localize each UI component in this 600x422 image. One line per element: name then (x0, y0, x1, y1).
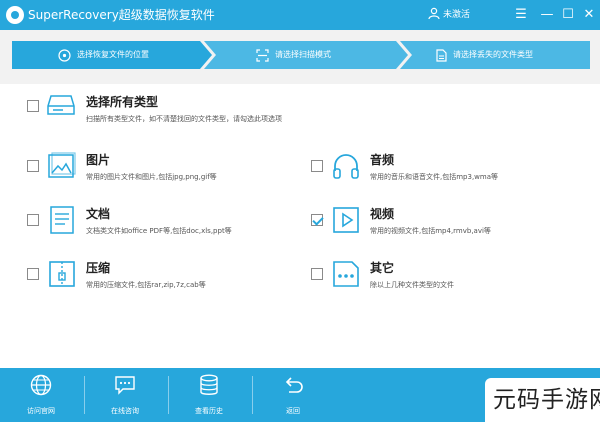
audio-type-checkbox[interactable] (311, 160, 323, 172)
menu-button[interactable]: ☰ (510, 4, 532, 26)
image-type-title: 图片 (86, 153, 111, 167)
audio-type-description: 常用的音乐和语音文件,包括mp3,wma等 (370, 173, 498, 181)
step-select-location[interactable]: 选择恢复文件的位置 (12, 41, 212, 69)
minimize-button[interactable]: — (536, 4, 558, 26)
back-button[interactable]: 返回 (258, 368, 328, 422)
back-arrow-icon (285, 377, 303, 393)
archive-type-checkbox[interactable] (27, 268, 39, 280)
select-all-description: 扫描所有类型文件，如不清楚找回的文件类型，请勾选此项选项 (86, 115, 282, 123)
archive-type-description: 常用的压缩文件,包括rar,zip,7z,cab等 (86, 281, 206, 289)
image-icon (48, 152, 76, 178)
step-file-type[interactable]: 请选择丢失的文件类型 (400, 41, 590, 69)
title-bar: SuperRecovery超级数据恢复软件 未激活 ☰ — ☐ ✕ (0, 0, 600, 30)
drive-icon (47, 95, 75, 115)
app-title: SuperRecovery超级数据恢复软件 (28, 8, 215, 22)
divider (84, 376, 85, 414)
step-bar: 选择恢复文件的位置 请选择扫描模式 请选择丢失的文件类型 (0, 30, 600, 84)
close-button[interactable]: ✕ (578, 4, 600, 26)
bottom-label: 查看历史 (195, 407, 223, 415)
video-type-description: 常用的视频文件,包括mp4,rmvb,avi等 (370, 227, 491, 235)
archive-type-title: 压缩 (86, 261, 111, 275)
bottom-label: 在线咨询 (111, 407, 139, 415)
select-all-checkbox[interactable] (27, 100, 39, 112)
user-icon (428, 7, 440, 19)
other-type-title: 其它 (370, 261, 395, 275)
headphones-icon (333, 154, 359, 179)
online-consult-button[interactable]: 在线咨询 (90, 368, 160, 422)
globe-icon (30, 374, 52, 396)
watermark-text: 元码手游网 (493, 387, 600, 413)
video-type-checkbox[interactable] (311, 214, 323, 226)
divider (252, 376, 253, 414)
scan-icon (256, 48, 269, 62)
document-type-title: 文档 (86, 207, 111, 221)
document-icon (50, 206, 74, 234)
bottom-label: 访问官网 (27, 407, 55, 415)
image-type-description: 常用的图片文件和图片,包括jpg,png,gif等 (86, 173, 217, 181)
app-logo-icon (6, 6, 24, 24)
account-status[interactable]: 未激活 (428, 7, 470, 23)
chat-icon (115, 376, 135, 395)
select-all-title: 选择所有类型 (86, 95, 159, 109)
image-type-checkbox[interactable] (27, 160, 39, 172)
visit-website-button[interactable]: 访问官网 (6, 368, 76, 422)
document-type-description: 文档类文件如office PDF等,包括doc,xls,ppt等 (86, 227, 232, 235)
step-label: 请选择扫描模式 (275, 50, 331, 59)
other-type-checkbox[interactable] (311, 268, 323, 280)
account-status-label: 未激活 (443, 10, 471, 20)
audio-type-title: 音频 (370, 153, 395, 167)
divider (168, 376, 169, 414)
disk-icon (58, 48, 71, 62)
archive-icon (49, 261, 75, 287)
other-type-description: 除以上几种文件类型的文件 (370, 281, 454, 289)
maximize-button[interactable]: ☐ (557, 4, 579, 26)
bottom-label: 返回 (286, 407, 300, 415)
step-label: 选择恢复文件的位置 (77, 50, 149, 59)
step-label: 请选择丢失的文件类型 (453, 50, 533, 59)
database-icon (200, 374, 218, 395)
file-icon (436, 48, 447, 62)
step-scan-mode[interactable]: 请选择扫描模式 (204, 41, 408, 69)
watermark: 元码手游网 (485, 378, 600, 422)
other-icon (333, 261, 359, 287)
view-history-button[interactable]: 查看历史 (174, 368, 244, 422)
video-type-title: 视频 (370, 207, 395, 221)
document-type-checkbox[interactable] (27, 214, 39, 226)
video-icon (333, 207, 359, 233)
